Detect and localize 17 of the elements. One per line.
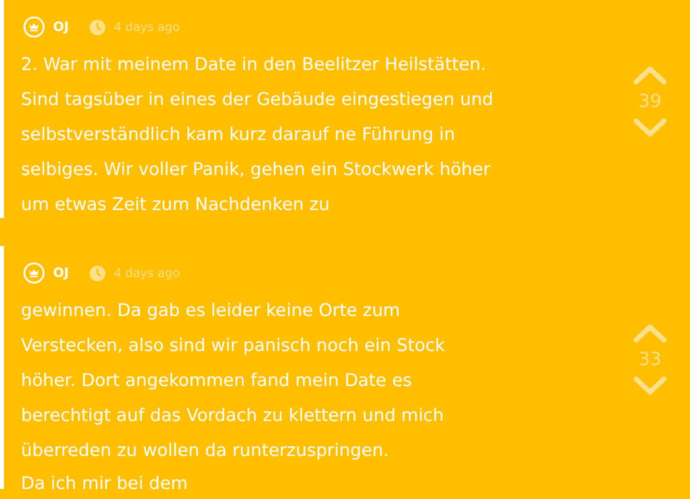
crown-badge-icon bbox=[23, 16, 45, 38]
timestamp: 4 days ago bbox=[114, 266, 180, 280]
crown-badge-icon bbox=[23, 262, 45, 284]
clock-icon bbox=[88, 264, 106, 282]
comment-text: Da ich mir bei dem bbox=[21, 473, 189, 496]
upvote-icon[interactable] bbox=[633, 323, 667, 343]
vote-count: 39 bbox=[638, 90, 662, 112]
author-name[interactable]: OJ bbox=[53, 20, 69, 34]
comment-text: 2. War mit meinem Date in den Beelitzer Heilstätten. Sind tagsüber in eines der Gebäude eingestiegen und selbstverständlich kam kurz darauf ne Führung in selbiges. Wir voller Panik, gehen ein Stockwerk höher um etwas Zeit zum Nachdenken zu bbox=[21, 54, 494, 217]
author-name[interactable]: OJ bbox=[53, 266, 69, 280]
comment-text: gewinnen. Da gab es leider keine Orte zum Verstecken, also sind wir panisch noch ein Stock höher. Dort angekommen fand mein Date es berechtigt auf das Vordach zu klettern und mich überreden zu wollen da runterzuspringen. bbox=[21, 300, 446, 463]
downvote-icon[interactable] bbox=[633, 376, 667, 396]
upvote-icon[interactable] bbox=[633, 64, 667, 84]
timestamp: 4 days ago bbox=[114, 20, 180, 34]
downvote-icon[interactable] bbox=[633, 118, 667, 138]
vote-count: 33 bbox=[638, 349, 662, 370]
clock-icon bbox=[88, 18, 106, 36]
